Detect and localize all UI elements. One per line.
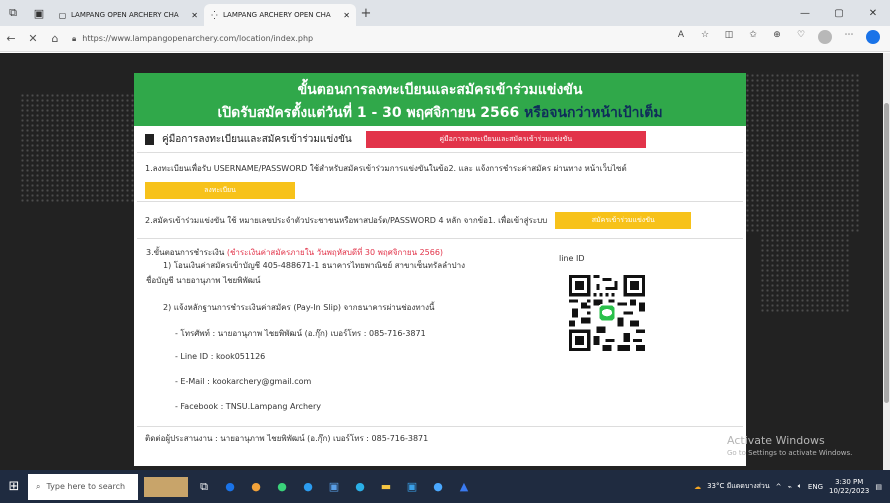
- notifications-icon[interactable]: ▤: [875, 483, 882, 491]
- close-tab-icon[interactable]: ✕: [343, 11, 350, 20]
- manual-button[interactable]: คู่มือการลงทะเบียนและสมัครเข้าร่วมแข่งขั…: [365, 130, 646, 148]
- watermark-title: Activate Windows: [727, 434, 825, 447]
- tab-actions-icon[interactable]: ▣: [26, 0, 52, 26]
- toolbar-icons: A ☆ ◫ ✩ ⊕ ♡ ⋯: [670, 30, 884, 47]
- contact-email: - E-Mail : kookarchery@gmail.com: [175, 377, 312, 386]
- payin-slip-text: 2) แจ้งหลักฐานการชำระเงินค่าสมัคร (Pay-I…: [163, 303, 435, 312]
- modal-subtitle: เปิดรับสมัครตั้งแต่วันที่ 1 - 30 พฤศจิกา…: [134, 102, 746, 124]
- payment-deadline: (ชำระเงินค่าสมัครภายใน วันพฤหัสบดีที่ 30…: [226, 248, 444, 257]
- book-icon: [145, 133, 154, 145]
- app-icon[interactable]: ●: [428, 477, 448, 497]
- edge-icon[interactable]: ●: [298, 477, 318, 497]
- profile-icon[interactable]: [814, 30, 836, 47]
- tab-1[interactable]: ▢ LAMPANG OPEN ARCHERY CHA ✕: [52, 4, 204, 26]
- contact-line-id: - Line ID : kook051126: [175, 352, 266, 361]
- more-icon[interactable]: ⋯: [838, 30, 860, 47]
- scrollbar-thumb[interactable]: [884, 103, 889, 403]
- browser-tab-bar: ⧉ ▣ ▢ LAMPANG OPEN ARCHERY CHA ✕ ⁛ LAMPA…: [0, 0, 890, 26]
- stop-icon[interactable]: ✕: [22, 32, 44, 45]
- registration-period: เปิดรับสมัครตั้งแต่วันที่ 1 - 30 พฤศจิกา…: [217, 105, 520, 121]
- favorites-icon[interactable]: ✩: [742, 30, 764, 47]
- search-highlight-icon[interactable]: [144, 476, 188, 497]
- registration-condition: หรือจนกว่าหน้าเป้าเต็ม: [524, 105, 663, 121]
- contact-phone: - โทรศัพท์ : นายอานุภาพ ไชยพิพัฒน์ (อ.กุ…: [175, 329, 426, 338]
- lock-icon[interactable]: 🔒︎: [72, 34, 76, 44]
- workspaces-icon[interactable]: ⧉: [0, 0, 26, 26]
- loading-icon: ⁛: [211, 10, 218, 20]
- split-screen-icon[interactable]: ◫: [718, 30, 740, 47]
- step3-title: 3.ขั้นตอนการชำระเงิน: [146, 248, 225, 257]
- close-tab-icon[interactable]: ✕: [191, 11, 198, 20]
- firefox-icon[interactable]: ●: [246, 477, 266, 497]
- modal-header: ขั้นตอนการลงทะเบียนและสมัครเข้าร่วมแข่งข…: [134, 73, 746, 126]
- step2-text: 2.สมัครเข้าร่วมแข่งขัน ใช้ หมายเลขประจำต…: [145, 215, 548, 225]
- store-icon[interactable]: ▣: [402, 477, 422, 497]
- collections-icon[interactable]: ⊕: [766, 30, 788, 47]
- weather-icon[interactable]: ☁: [694, 483, 701, 491]
- line-id-label: line ID: [559, 254, 585, 263]
- bank-transfer-text: 1) โอนเงินค่าสมัครเข้าบัญชี 405-488671-1…: [163, 261, 465, 270]
- tray-chevron-icon[interactable]: ^: [776, 483, 782, 491]
- search-placeholder: Type here to search: [46, 482, 126, 491]
- tab-title: LAMPANG OPEN ARCHERY CHA: [71, 11, 179, 19]
- browser-essentials-icon[interactable]: ♡: [790, 30, 812, 47]
- step2-section: 2.สมัครเข้าร่วมแข่งขัน ใช้ หมายเลขประจำต…: [137, 202, 743, 239]
- address-toolbar: ← ✕ ⌂ 🔒︎ https://www.lampangopenarchery.…: [0, 26, 890, 52]
- registration-modal: ขั้นตอนการลงทะเบียนและสมัครเข้าร่วมแข่งข…: [134, 73, 746, 466]
- tab-title: LAMPANG ARCHERY OPEN CHA: [223, 11, 331, 19]
- activate-windows-watermark: Activate Windows Go to Settings to activ…: [727, 434, 852, 457]
- step3-heading: 3.ขั้นตอนการชำระเงิน (ชำระเงินค่าสมัครภา…: [146, 246, 443, 259]
- favorite-star-icon[interactable]: ☆: [694, 30, 716, 47]
- window-controls: — ▢ ✕: [788, 0, 890, 26]
- chrome-icon[interactable]: ●: [220, 477, 240, 497]
- url-text[interactable]: https://www.lampangopenarchery.com/locat…: [82, 34, 313, 43]
- task-view-icon[interactable]: ⧉: [194, 477, 214, 497]
- clock-date: 10/22/2023: [829, 486, 870, 495]
- read-aloud-icon[interactable]: A: [670, 30, 692, 47]
- taskbar-search-box[interactable]: ⌕ Type here to search: [28, 473, 138, 500]
- page-background: ขั้นตอนการลงทะเบียนและสมัครเข้าร่วมแข่งข…: [0, 53, 883, 470]
- line-app-icon[interactable]: ●: [272, 477, 292, 497]
- step1-text: 1.ลงทะเบียนเพื่อรับ USERNAME/PASSWORD ใช…: [145, 164, 627, 173]
- modal-title: ขั้นตอนการลงทะเบียนและสมัครเข้าร่วมแข่งข…: [297, 82, 583, 98]
- new-tab-button[interactable]: +: [356, 6, 376, 21]
- system-tray: ☁ 33°C มีแดดบางส่วน ^ ⌁ 🔈︎ ENG 3:30 PM 1…: [694, 478, 890, 496]
- home-icon[interactable]: ⌂: [44, 32, 66, 45]
- zoom-icon[interactable]: ●: [350, 477, 370, 497]
- apply-button[interactable]: สมัครเข้าร่วมแข่งขัน: [555, 211, 692, 229]
- network-icon[interactable]: ⌁: [788, 483, 792, 491]
- windows-taskbar: ⊞ ⌕ Type here to search ⧉ ● ● ● ● ▣ ● ▬ …: [0, 470, 890, 503]
- windows-start-icon[interactable]: ⊞: [0, 479, 28, 494]
- manual-section: คู่มือการลงทะเบียนและสมัครเข้าร่วมแข่งขั…: [137, 126, 743, 153]
- maximize-icon[interactable]: ▢: [822, 0, 856, 26]
- photoshop-icon[interactable]: ▣: [324, 477, 344, 497]
- edge-copilot-icon[interactable]: [862, 30, 884, 47]
- search-icon: ⌕: [36, 481, 41, 491]
- step1-section: 1.ลงทะเบียนเพื่อรับ USERNAME/PASSWORD ใช…: [137, 153, 743, 202]
- page-icon: ▢: [58, 10, 67, 20]
- step3-section: 3.ขั้นตอนการชำระเงิน (ชำระเงินค่าสมัครภา…: [137, 239, 743, 427]
- clock-time: 3:30 PM: [835, 477, 864, 486]
- file-explorer-icon[interactable]: ▬: [376, 477, 396, 497]
- watermark-subtitle: Go to Settings to activate Windows.: [727, 449, 853, 457]
- back-icon[interactable]: ←: [0, 32, 22, 45]
- account-name-text: ชื่อบัญชี นายอานุภาพ ไชยพิพัฒน์: [146, 276, 261, 285]
- coordinator-contact: ติดต่อผู้ประสานงาน : นายอานุภาพ ไชยพิพัฒ…: [145, 434, 429, 443]
- close-window-icon[interactable]: ✕: [856, 0, 890, 26]
- weather-text[interactable]: 33°C มีแดดบางส่วน: [707, 481, 770, 492]
- page-scrollbar[interactable]: [883, 53, 890, 470]
- manual-title: คู่มือการลงทะเบียนและสมัครเข้าร่วมแข่งขั…: [162, 133, 352, 145]
- url-field[interactable]: 🔒︎ https://www.lampangopenarchery.com/lo…: [72, 29, 670, 49]
- minimize-icon[interactable]: —: [788, 0, 822, 26]
- volume-icon[interactable]: 🔈︎: [798, 482, 802, 491]
- line-qr-code: [569, 275, 645, 351]
- taskbar-apps: ⧉ ● ● ● ● ▣ ● ▬ ▣ ● ▲: [144, 476, 474, 497]
- tab-2[interactable]: ⁛ LAMPANG ARCHERY OPEN CHA ✕: [204, 4, 356, 26]
- language-indicator[interactable]: ENG: [808, 483, 823, 491]
- register-button[interactable]: ลงทะเบียน: [145, 182, 295, 199]
- contact-facebook: - Facebook : TNSU.Lampang Archery: [175, 402, 321, 411]
- clock[interactable]: 3:30 PM 10/22/2023: [829, 478, 869, 496]
- world-map-decoration: [760, 233, 850, 313]
- app-icon[interactable]: ▲: [454, 477, 474, 497]
